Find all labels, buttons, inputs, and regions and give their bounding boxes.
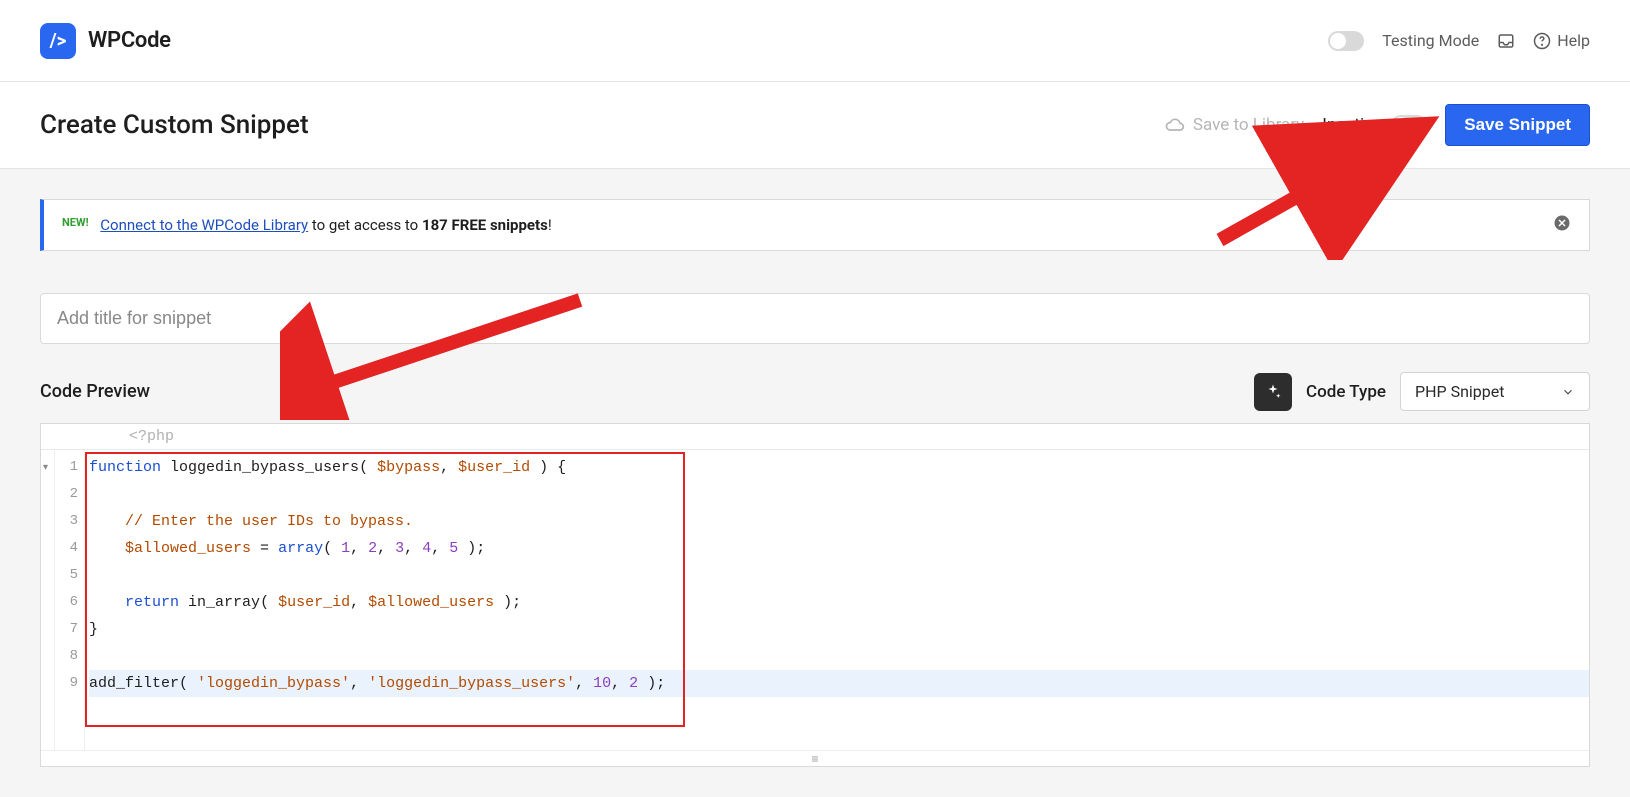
inactive-label: Inactive — [1322, 115, 1381, 135]
editor-body: ▾ 123456789 function loggedin_bypass_use… — [41, 450, 1589, 750]
fold-gutter: ▾ — [41, 450, 55, 750]
active-toggle[interactable] — [1391, 115, 1427, 135]
notice-tail: ! — [548, 216, 552, 234]
save-to-library-label: Save to Library — [1193, 115, 1304, 135]
help-button[interactable]: Help — [1533, 31, 1590, 50]
page-actions: Save to Library Inactive Save Snippet — [1165, 104, 1590, 146]
fold-marker[interactable]: ▾ — [41, 454, 54, 481]
notice-mid: to get access to — [308, 216, 422, 234]
line-gutter: 123456789 — [55, 450, 85, 750]
snippet-title-input[interactable] — [40, 293, 1590, 344]
chevron-down-icon — [1561, 385, 1575, 399]
cloud-icon — [1165, 115, 1185, 135]
logo[interactable]: /> WPCode — [40, 23, 171, 59]
code-preview-heading: Code Preview — [40, 381, 150, 402]
ai-generate-button[interactable] — [1254, 373, 1292, 411]
close-icon — [1553, 214, 1571, 232]
logo-glyph: /> — [50, 29, 67, 52]
notice-bold: 187 FREE snippets — [422, 216, 548, 234]
logo-text: WPCode — [88, 28, 171, 53]
inbox-icon[interactable] — [1497, 32, 1515, 50]
notice-close[interactable] — [1553, 214, 1571, 236]
topbar: /> WPCode Testing Mode Help — [0, 0, 1630, 82]
save-to-library-button[interactable]: Save to Library — [1165, 115, 1304, 135]
library-notice: NEW! Connect to the WPCode Library to ge… — [40, 199, 1590, 251]
code-header-right: Code Type PHP Snippet — [1254, 372, 1590, 411]
notice-link[interactable]: Connect to the WPCode Library — [100, 216, 308, 234]
notice-text: NEW! Connect to the WPCode Library to ge… — [62, 216, 552, 234]
drag-handle-icon: ≡ — [811, 753, 818, 765]
logo-mark: /> — [40, 23, 76, 59]
active-toggle-group: Inactive — [1322, 115, 1427, 135]
code-area[interactable]: function loggedin_bypass_users( $bypass,… — [85, 450, 1589, 750]
testing-mode-label: Testing Mode — [1382, 31, 1479, 50]
page-title: Create Custom Snippet — [40, 110, 309, 140]
code-header: Code Preview Code Type PHP Snippet — [40, 372, 1590, 411]
code-type-value: PHP Snippet — [1415, 382, 1504, 401]
help-label: Help — [1557, 31, 1590, 50]
sparkle-icon — [1264, 383, 1282, 401]
code-type-label: Code Type — [1306, 382, 1386, 402]
topbar-right: Testing Mode Help — [1328, 31, 1590, 51]
testing-mode-toggle[interactable] — [1328, 31, 1364, 51]
code-type-select[interactable]: PHP Snippet — [1400, 372, 1590, 411]
code-prelude: <?php — [41, 424, 1589, 450]
editor-resize-handle[interactable]: ≡ — [41, 750, 1589, 766]
content: NEW! Connect to the WPCode Library to ge… — [0, 169, 1630, 797]
new-tag: NEW! — [62, 216, 89, 229]
code-editor[interactable]: <?php ▾ 123456789 function loggedin_bypa… — [40, 423, 1590, 767]
save-snippet-button[interactable]: Save Snippet — [1445, 104, 1590, 146]
page-header: Create Custom Snippet Save to Library In… — [0, 82, 1630, 169]
